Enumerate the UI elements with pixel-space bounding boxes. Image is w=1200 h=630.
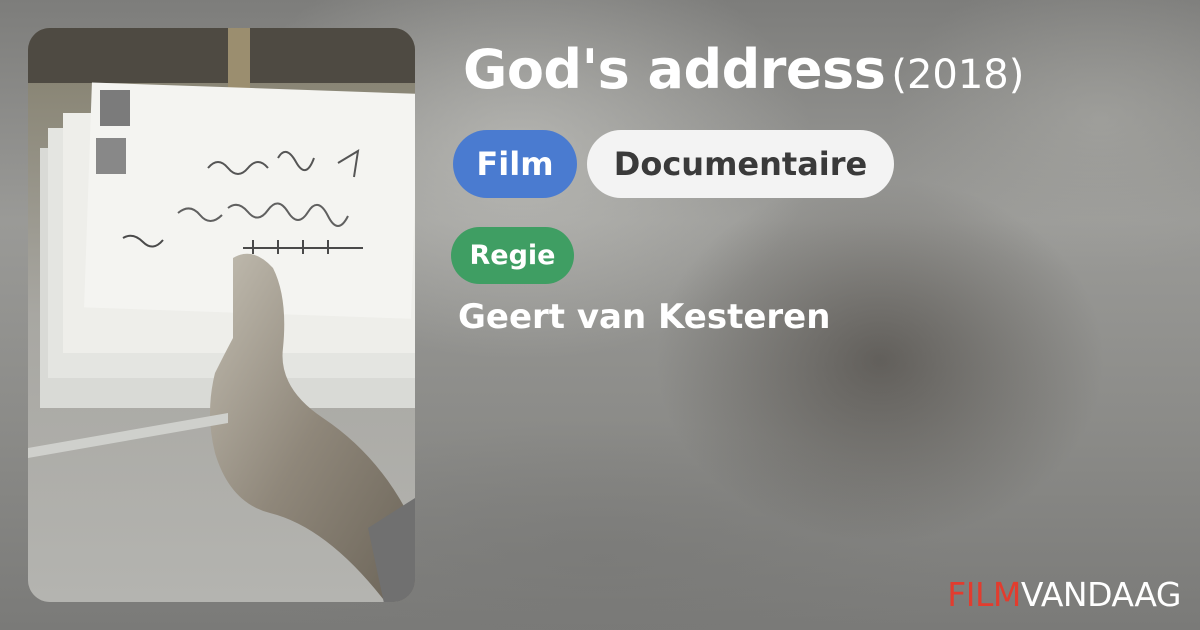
genre-badge[interactable]: Documentaire — [587, 130, 894, 198]
role-badge: Regie — [451, 227, 574, 284]
type-badge[interactable]: Film — [453, 130, 577, 198]
movie-year: (2018) — [891, 52, 1025, 98]
movie-title: God's address — [463, 38, 886, 101]
title-line: God's address (2018) — [463, 38, 1024, 101]
director-name[interactable]: Geert van Kesteren — [458, 297, 830, 337]
poster-image — [28, 28, 415, 602]
logo-film-text: FILM — [947, 575, 1021, 614]
logo-vandaag-text: VANDAAG — [1020, 575, 1182, 614]
brand-logo[interactable]: FILMVANDAAG — [947, 575, 1181, 614]
movie-poster[interactable] — [28, 28, 415, 602]
